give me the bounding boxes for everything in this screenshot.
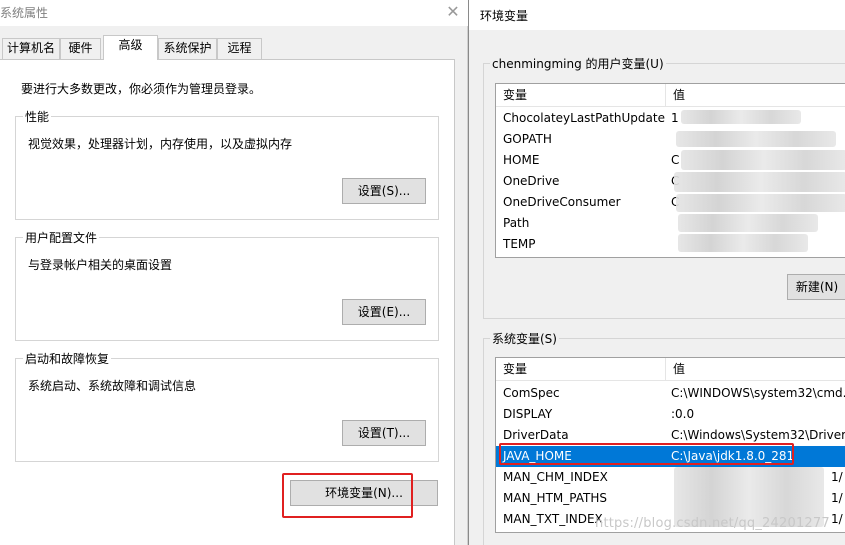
system-variables-list[interactable]: 变量 值 ComSpec C:\WINDOWS\system32\cmd.e D… <box>495 357 845 533</box>
variable-name: OneDriveConsumer <box>503 195 621 209</box>
list-header: 变量 值 <box>496 84 845 107</box>
list-item-selected[interactable]: JAVA_HOME C:\Java\jdk1.8.0_281 <box>496 446 845 467</box>
performance-group: 性能 视觉效果，处理器计划，内存使用，以及虚拟内存 <box>15 108 439 220</box>
user-profiles-legend: 用户配置文件 <box>23 229 100 246</box>
list-item[interactable]: ComSpec C:\WINDOWS\system32\cmd.e <box>496 383 845 404</box>
tab-advanced[interactable]: 高级 <box>103 35 158 60</box>
variable-name: OneDrive <box>503 174 560 188</box>
redacted-value <box>676 194 845 212</box>
variable-name: HOME <box>503 153 540 167</box>
tab-system-protection[interactable]: 系统保护 <box>158 38 217 59</box>
variable-name: JAVA_HOME <box>503 449 572 463</box>
startup-recovery-description: 系统启动、系统故障和调试信息 <box>28 379 197 393</box>
tab-computer-name[interactable]: 计算机名 <box>2 38 60 59</box>
variable-name: MAN_HTM_PATHS <box>503 491 607 505</box>
system-variables-legend: 系统变量(S) <box>490 330 559 347</box>
close-icon[interactable]: ✕ <box>440 1 466 23</box>
variable-value: 1/ <box>831 512 843 526</box>
new-user-variable-button[interactable]: 新建(N) <box>787 274 845 300</box>
title-bar: 系统属性 ✕ <box>0 0 468 26</box>
variable-name: ComSpec <box>503 386 560 400</box>
variable-value: :0.0 <box>671 407 695 421</box>
window-title: 环境变量 <box>480 9 529 23</box>
column-header-value[interactable]: 值 <box>666 358 685 381</box>
variable-value: 1/ <box>831 470 843 484</box>
redacted-value <box>678 214 818 232</box>
variable-name: Path <box>503 216 530 230</box>
variable-value: C:\Windows\System32\Drivers <box>671 428 845 442</box>
redacted-value <box>676 131 836 147</box>
variable-name: TEMP <box>503 237 536 251</box>
environment-variables-window: 环境变量 chenmingming 的用户变量(U) 变量 值 Chocolat… <box>468 0 845 545</box>
startup-recovery-group: 启动和故障恢复 系统启动、系统故障和调试信息 <box>15 350 439 462</box>
variable-name: DriverData <box>503 428 569 442</box>
user-profiles-description: 与登录帐户相关的桌面设置 <box>28 258 173 272</box>
column-header-name[interactable]: 变量 <box>496 358 527 381</box>
redacted-value <box>674 172 845 192</box>
title-bar: 环境变量 <box>469 0 845 30</box>
variable-name: DISPLAY <box>503 407 553 421</box>
startup-recovery-legend: 启动和故障恢复 <box>23 350 112 367</box>
system-properties-window: 系统属性 ✕ 计算机名 硬件 高级 系统保护 远程 要进行大多数更改，你必须作为… <box>0 0 468 545</box>
admin-note: 要进行大多数更改，你必须作为管理员登录。 <box>21 82 262 96</box>
startup-recovery-settings-button[interactable]: 设置(T)... <box>342 420 426 446</box>
redacted-value <box>681 150 845 170</box>
list-item[interactable]: DriverData C:\Windows\System32\Drivers <box>496 425 845 446</box>
user-variables-list[interactable]: 变量 值 ChocolateyLastPathUpdate 1 GOPATH H… <box>495 83 845 258</box>
tab-remote[interactable]: 远程 <box>217 38 262 59</box>
column-header-name[interactable]: 变量 <box>496 84 527 107</box>
variable-name: GOPATH <box>503 132 552 146</box>
variable-value: C:\Java\jdk1.8.0_281 <box>671 449 795 463</box>
variable-name: MAN_TXT_INDEX <box>503 512 603 526</box>
window-title: 系统属性 <box>0 6 49 20</box>
tab-hardware[interactable]: 硬件 <box>60 38 101 59</box>
user-profiles-group: 用户配置文件 与登录帐户相关的桌面设置 <box>15 229 439 341</box>
list-header: 变量 值 <box>496 358 845 381</box>
performance-settings-button[interactable]: 设置(S)... <box>342 178 426 204</box>
variable-value: 1/ <box>831 491 843 505</box>
performance-description: 视觉效果，处理器计划，内存使用，以及虚拟内存 <box>28 137 293 151</box>
user-variables-legend: chenmingming 的用户变量(U) <box>490 55 666 72</box>
variable-value: C:\WINDOWS\system32\cmd.e <box>671 386 845 400</box>
variable-name: MAN_CHM_INDEX <box>503 470 608 484</box>
user-profiles-settings-button[interactable]: 设置(E)... <box>342 299 426 325</box>
column-header-value[interactable]: 值 <box>666 84 685 107</box>
redacted-value <box>681 110 801 124</box>
variable-name: ChocolateyLastPathUpdate <box>503 111 665 125</box>
watermark: https://blog.csdn.net/qq_24201277 <box>595 516 830 531</box>
environment-variables-button[interactable]: 环境变量(N)... <box>290 480 438 506</box>
redacted-value <box>678 234 808 252</box>
list-item[interactable]: DISPLAY :0.0 <box>496 404 845 425</box>
performance-legend: 性能 <box>23 108 52 125</box>
